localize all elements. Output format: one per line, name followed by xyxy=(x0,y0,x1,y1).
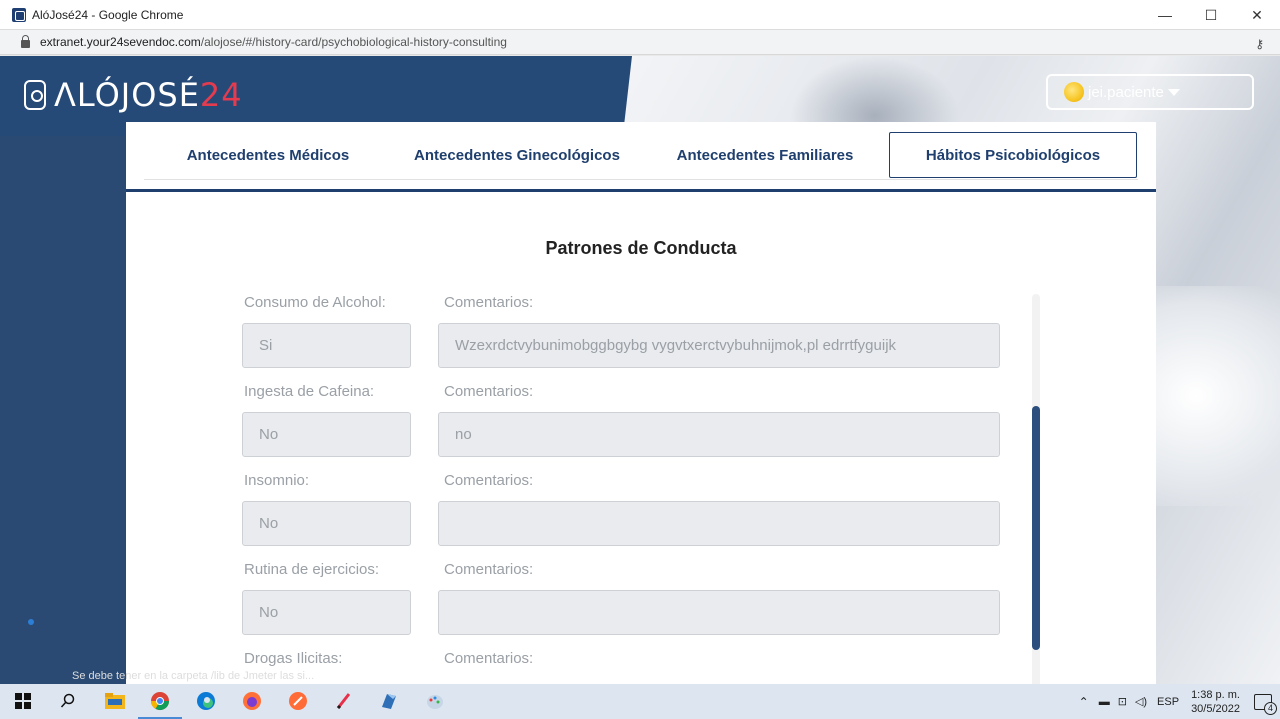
field-label-ejercicios: Rutina de ejercicios: xyxy=(244,561,380,578)
username: jei.paciente xyxy=(1088,83,1164,101)
maximize-button[interactable]: ☐ xyxy=(1188,0,1234,30)
tab-bar: Antecedentes Médicos Antecedentes Gineco… xyxy=(144,132,1138,180)
app-icon[interactable] xyxy=(378,690,400,712)
user-menu-button[interactable]: jei.paciente xyxy=(1046,74,1254,110)
address-bar[interactable]: extranet.your24sevendoc.com/alojose/#/hi… xyxy=(0,30,1280,55)
url-text[interactable]: extranet.your24sevendoc.com/alojose/#/hi… xyxy=(40,35,507,49)
tab-antecedentes-medicos[interactable]: Antecedentes Médicos xyxy=(146,132,390,178)
comment-label: Comentarios: xyxy=(444,650,534,667)
postman-icon[interactable] xyxy=(287,690,309,712)
cafeina-value-field[interactable]: No xyxy=(242,412,411,457)
notification-count: 4 xyxy=(1264,701,1277,715)
network-icon[interactable]: ⊡ xyxy=(1118,695,1127,708)
battery-icon[interactable]: ▬ xyxy=(1099,696,1110,708)
page: ΛLÓJOSÉ 24 jei.paciente Antecedentes Médi… xyxy=(0,56,1280,684)
insomnio-comment-field[interactable] xyxy=(438,501,1000,546)
app-logo[interactable]: ΛLÓJOSÉ 24 xyxy=(24,76,243,114)
clock[interactable]: 1:38 p. m. 30/5/2022 xyxy=(1191,688,1240,716)
field-label-cafeina: Ingesta de Cafeina: xyxy=(244,383,375,400)
browser-title-bar: AlóJosé24 - Google Chrome — ☐ ✕ xyxy=(0,0,1280,30)
form-scrollbar-thumb[interactable] xyxy=(1032,406,1040,650)
language-indicator[interactable]: ESP xyxy=(1157,696,1179,708)
field-label-insomnio: Insomnio: xyxy=(244,472,310,489)
url-path: /alojose/#/history-card/psychobiological… xyxy=(200,35,507,49)
system-tray: ⌃ ▬ ⊡ ◁) ESP 1:38 p. m. 30/5/2022 4 xyxy=(1079,684,1277,719)
window-controls: — ☐ ✕ xyxy=(1142,0,1280,30)
notification-center-icon[interactable]: 4 xyxy=(1254,693,1277,715)
taskbar: ⌃ ▬ ⊡ ◁) ESP 1:38 p. m. 30/5/2022 4 xyxy=(0,684,1280,719)
volume-icon[interactable]: ◁) xyxy=(1135,695,1147,708)
pen-icon[interactable] xyxy=(333,690,355,712)
insomnio-value-field[interactable]: No xyxy=(242,501,411,546)
paint-icon[interactable] xyxy=(424,690,446,712)
site-favicon-icon xyxy=(12,7,26,22)
comment-label: Comentarios: xyxy=(444,383,534,400)
comment-label: Comentarios: xyxy=(444,294,534,311)
cafeina-comment-field[interactable]: no xyxy=(438,412,1000,457)
tab-antecedentes-ginecologicos[interactable]: Antecedentes Ginecológicos xyxy=(400,132,634,178)
clock-date: 30/5/2022 xyxy=(1191,702,1240,715)
minimize-button[interactable]: — xyxy=(1142,0,1188,30)
avatar-icon xyxy=(1064,82,1084,102)
clock-time: 1:38 p. m. xyxy=(1191,688,1240,701)
password-key-icon[interactable]: ⚷ xyxy=(1255,37,1264,51)
caret-down-icon xyxy=(1167,88,1180,96)
field-label-alcohol: Consumo de Alcohol: xyxy=(244,294,386,311)
ejercicios-comment-field[interactable] xyxy=(438,590,1000,635)
firefox-icon[interactable] xyxy=(241,690,263,712)
search-icon[interactable] xyxy=(57,690,79,712)
tab-underline xyxy=(126,189,1156,192)
alcohol-value-field[interactable]: Si xyxy=(242,323,411,368)
windows-start-icon[interactable] xyxy=(12,690,34,712)
history-card: Antecedentes Médicos Antecedentes Gineco… xyxy=(126,122,1156,684)
field-label-drogas: Drogas Ilicitas: xyxy=(244,650,343,667)
notification-snippet[interactable]: Se debe tener en la carpeta /lib de Jmet… xyxy=(0,670,420,684)
tab-antecedentes-familiares[interactable]: Antecedentes Familiares xyxy=(654,132,876,178)
comment-label: Comentarios: xyxy=(444,561,534,578)
file-explorer-icon[interactable] xyxy=(104,690,126,712)
behavior-form: Consumo de Alcohol: Comentarios: Si Wzex… xyxy=(126,292,1156,684)
sidebar-dot-icon xyxy=(28,619,34,625)
close-button[interactable]: ✕ xyxy=(1234,0,1280,30)
section-title: Patrones de Conducta xyxy=(545,238,737,258)
window-title: AlóJosé24 - Google Chrome xyxy=(32,7,184,22)
tab-habitos-psicobiologicos[interactable]: Hábitos Psicobiológicos xyxy=(889,132,1137,178)
logo-text: ΛLÓJOSÉ xyxy=(54,76,200,114)
url-host: extranet.your24sevendoc.com xyxy=(40,35,201,49)
lock-icon[interactable] xyxy=(21,35,30,48)
left-panel xyxy=(0,136,126,684)
logo-number: 24 xyxy=(199,76,243,114)
chrome-icon[interactable] xyxy=(149,690,171,712)
stethoscope-icon xyxy=(24,80,46,110)
edge-icon[interactable] xyxy=(195,690,217,712)
ejercicios-value-field[interactable]: No xyxy=(242,590,411,635)
chevron-up-icon[interactable]: ⌃ xyxy=(1079,695,1089,709)
comment-label: Comentarios: xyxy=(444,472,534,489)
alcohol-comment-field[interactable]: Wzexrdctvybunimobggbgybg vygvtxerctvybuh… xyxy=(438,323,1000,368)
